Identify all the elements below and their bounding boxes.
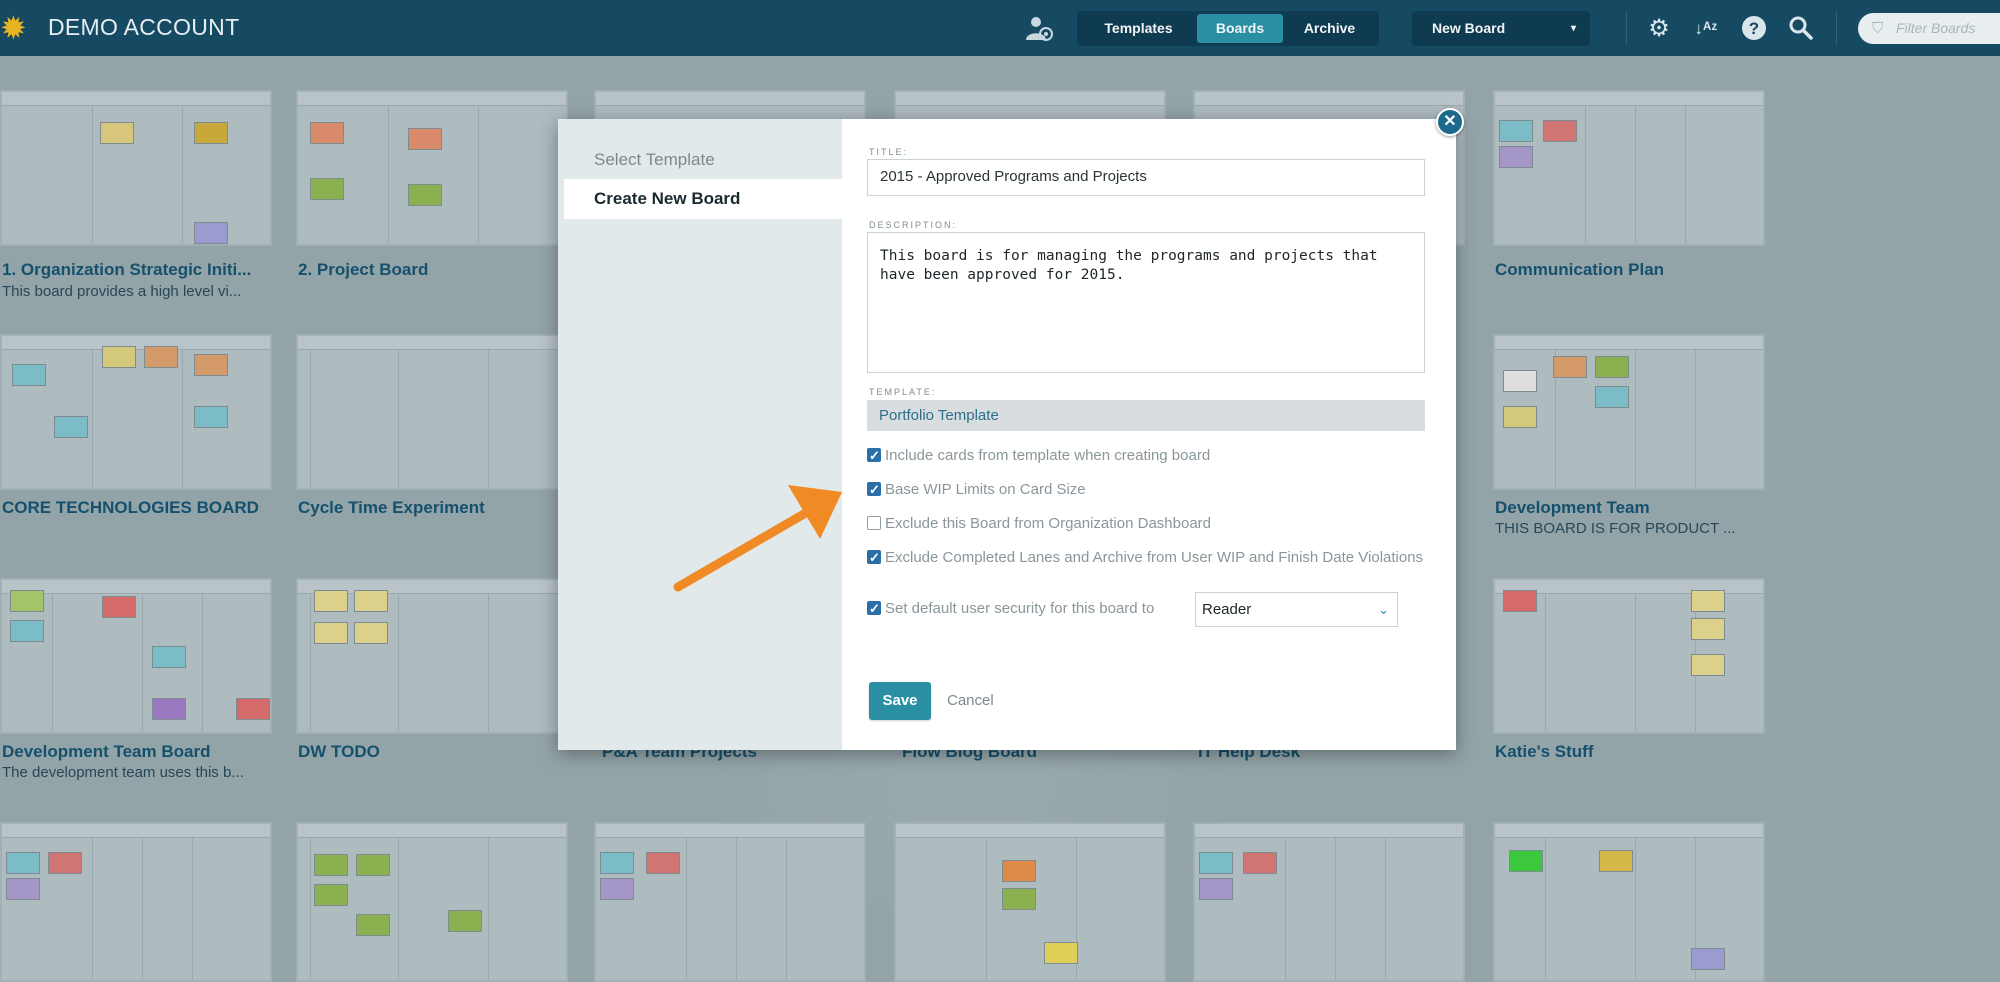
option-base-wip[interactable]: Base WIP Limits on Card Size <box>867 480 1427 499</box>
chevron-down-icon: ▾ <box>1570 23 1576 34</box>
close-icon[interactable]: ✕ <box>1436 108 1464 136</box>
new-board-label: New Board <box>1432 20 1506 36</box>
board-thumbnail[interactable] <box>0 578 272 734</box>
board-thumbnail[interactable] <box>296 822 568 982</box>
option-label: Exclude Completed Lanes and Archive from… <box>885 549 1424 566</box>
top-bar: ✹ DEMO ACCOUNT Templates Boards Archive … <box>0 0 2000 56</box>
tab-archive[interactable]: Archive <box>1283 14 1376 43</box>
board-name[interactable]: 2. Project Board <box>298 260 568 280</box>
chevron-down-icon: ⌄ <box>1378 602 1389 617</box>
option-label: Include cards from template when creatin… <box>885 447 1211 464</box>
search-icon[interactable] <box>1787 15 1815 43</box>
filter-boards-input[interactable]: ⛉ Filter Boards <box>1858 13 2000 44</box>
exclude-dashboard-checkbox[interactable] <box>867 516 881 530</box>
board-thumbnail[interactable] <box>296 578 568 734</box>
tab-templates[interactable]: Templates <box>1080 14 1197 43</box>
board-thumbnail[interactable] <box>1493 822 1765 982</box>
security-select[interactable]: Reader ⌄ <box>1195 592 1398 627</box>
board-name[interactable]: Katie's Stuff <box>1495 742 1765 762</box>
annotation-arrow-icon <box>673 485 842 592</box>
exclude-completed-checkbox[interactable] <box>867 548 881 567</box>
board-name[interactable]: Development Team Board <box>2 742 272 762</box>
dialog-sidebar: Select Template Create New Board <box>558 119 842 750</box>
account-name[interactable]: DEMO ACCOUNT <box>48 14 239 41</box>
divider <box>1836 12 1837 45</box>
board-thumbnail[interactable] <box>1493 578 1765 734</box>
svg-text:?: ? <box>1749 19 1759 38</box>
gear-logo-icon[interactable]: ✹ <box>0 12 30 44</box>
dialog-form: TITLE: 2015 - Approved Programs and Proj… <box>842 119 1456 750</box>
cancel-button[interactable]: Cancel <box>947 682 994 720</box>
option-label: Set default user security for this board… <box>885 600 1155 617</box>
board-name[interactable]: DW TODO <box>298 742 568 762</box>
tab-boards[interactable]: Boards <box>1197 14 1283 43</box>
filter-placeholder: Filter Boards <box>1896 20 1976 36</box>
divider <box>1626 12 1627 45</box>
board-thumbnail[interactable] <box>0 334 272 490</box>
board-thumbnail[interactable] <box>1193 822 1465 982</box>
board-thumbnail[interactable] <box>0 822 272 982</box>
description-label: DESCRIPTION: <box>869 220 958 230</box>
template-label: TEMPLATE: <box>869 387 937 397</box>
save-button[interactable]: Save <box>869 682 931 720</box>
security-value: Reader <box>1202 601 1252 618</box>
board-thumbnail[interactable] <box>296 90 568 246</box>
board-name[interactable]: Development Team <box>1495 498 1765 518</box>
view-tabs: Templates Boards Archive <box>1077 11 1379 46</box>
board-name[interactable]: 1. Organization Strategic Initi... <box>2 260 272 280</box>
default-security-checkbox[interactable] <box>867 599 881 618</box>
option-exclude-dashboard[interactable]: Exclude this Board from Organization Das… <box>867 514 1427 533</box>
title-label: TITLE: <box>869 147 909 157</box>
board-description: This board provides a high level vi... <box>2 283 242 300</box>
option-label: Base WIP Limits on Card Size <box>885 481 1086 498</box>
board-thumbnail[interactable] <box>1493 90 1765 246</box>
option-label: Exclude this Board from Organization Das… <box>885 515 1212 532</box>
users-icon[interactable] <box>1024 14 1054 44</box>
board-name[interactable]: CORE TECHNOLOGIES BOARD <box>2 498 272 518</box>
option-exclude-completed[interactable]: Exclude Completed Lanes and Archive from… <box>867 548 1427 567</box>
base-wip-checkbox[interactable] <box>867 480 881 499</box>
description-textarea[interactable]: This board is for managing the programs … <box>867 232 1425 373</box>
board-thumbnail[interactable] <box>1493 334 1765 490</box>
template-value: Portfolio Template <box>867 400 1425 431</box>
board-thumbnail[interactable] <box>594 822 866 982</box>
help-icon[interactable]: ? <box>1740 15 1768 43</box>
board-name[interactable]: Cycle Time Experiment <box>298 498 568 518</box>
gear-icon[interactable]: ⚙ <box>1645 15 1673 43</box>
board-description: The development team uses this b... <box>2 764 244 781</box>
new-board-dropdown[interactable]: New Board ▾ <box>1412 11 1590 46</box>
board-description: THIS BOARD IS FOR PRODUCT ... <box>1495 520 1736 537</box>
board-thumbnail[interactable] <box>894 822 1166 982</box>
include-cards-checkbox[interactable] <box>867 446 881 465</box>
board-thumbnail[interactable] <box>0 90 272 246</box>
option-include-cards[interactable]: Include cards from template when creatin… <box>867 446 1427 465</box>
option-default-security[interactable]: Set default user security for this board… <box>867 599 1197 618</box>
create-board-dialog: Select Template Create New Board TITLE: … <box>558 119 1456 750</box>
board-thumbnail[interactable] <box>296 334 568 490</box>
filter-icon: ⛉ <box>1872 20 1884 37</box>
side-item-create-new-board[interactable]: Create New Board <box>564 179 842 219</box>
title-input[interactable]: 2015 - Approved Programs and Projects <box>867 159 1425 196</box>
side-item-select-template[interactable]: Select Template <box>564 140 842 180</box>
board-name[interactable]: Communication Plan <box>1495 260 1765 280</box>
sort-az-icon[interactable]: ↓ᴬᶻ <box>1692 15 1720 43</box>
